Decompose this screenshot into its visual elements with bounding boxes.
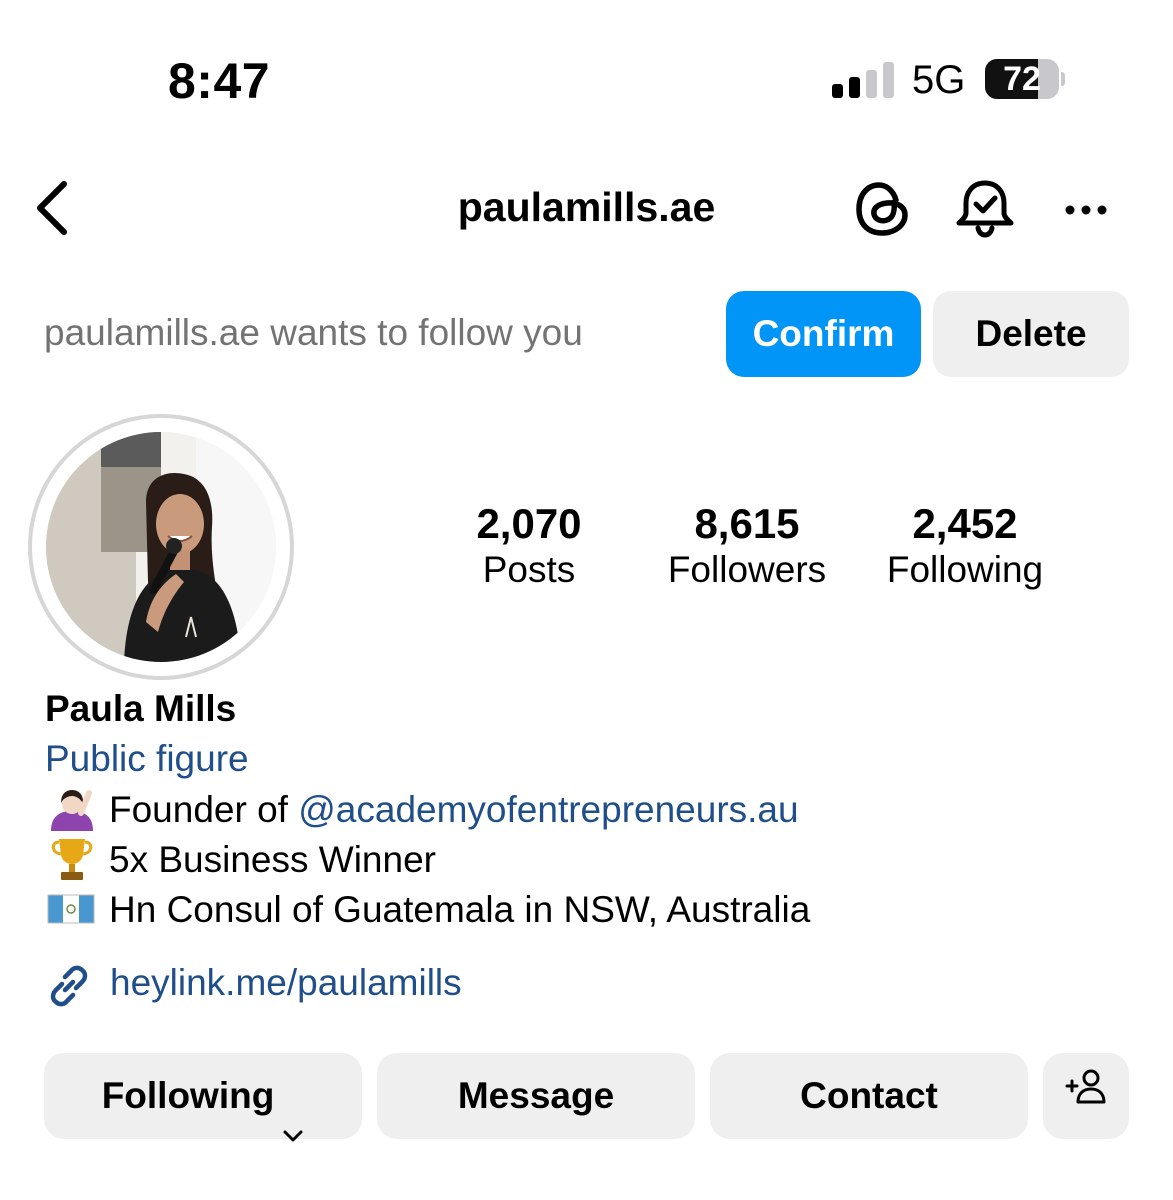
threads-icon[interactable]: [852, 178, 914, 240]
profile-name: Paula Mills: [45, 688, 237, 729]
posts-label: Posts: [482, 549, 576, 590]
add-person-icon: [1064, 1051, 1108, 1137]
message-button[interactable]: Message: [377, 1053, 695, 1139]
bio-mention-link[interactable]: @academyofentrepreneurs.au: [298, 789, 798, 830]
link-icon: [45, 962, 93, 1010]
bio-line-consul: Hn Consul of Guatemala in NSW, Australia: [45, 886, 810, 934]
network-type: 5G: [912, 58, 966, 102]
battery-percent: 72: [1003, 60, 1041, 98]
posts-stat[interactable]: 2,070 Posts: [419, 500, 639, 592]
raising-hand-icon: [45, 787, 99, 832]
trophy-icon: [45, 837, 99, 881]
bell-check-icon[interactable]: [952, 175, 1018, 241]
bio-founder-text: Founder of: [109, 789, 299, 830]
followers-label: Followers: [667, 549, 827, 590]
delete-button[interactable]: Delete: [933, 291, 1129, 377]
avatar[interactable]: [46, 432, 276, 662]
followers-stat[interactable]: 8,615 Followers: [637, 500, 857, 592]
signal-icon: [832, 60, 894, 98]
followers-count: 8,615: [694, 500, 800, 547]
profile-link[interactable]: heylink.me/paulamills: [110, 962, 462, 1004]
guatemala-flag-icon: [45, 887, 99, 931]
posts-count: 2,070: [476, 500, 582, 547]
follow-request-text: paulamills.ae wants to follow you: [44, 312, 583, 353]
following-count: 2,452: [912, 500, 1018, 547]
following-stat[interactable]: 2,452 Following: [855, 500, 1075, 592]
chevron-down-icon: [282, 1088, 304, 1142]
bio-line-founder: Founder of @academyofentrepreneurs.au: [45, 786, 799, 834]
bio-winner-text: 5x Business Winner: [109, 839, 436, 880]
contact-button[interactable]: Contact: [710, 1053, 1028, 1139]
following-label: Following: [886, 549, 1044, 590]
status-time: 8:47: [168, 53, 271, 109]
more-dots-icon[interactable]: [1060, 190, 1112, 230]
battery-icon: 72: [985, 59, 1065, 99]
confirm-button[interactable]: Confirm: [726, 291, 921, 377]
bio-consul-text: Hn Consul of Guatemala in NSW, Australia: [109, 889, 811, 930]
bio-line-winner: 5x Business Winner: [45, 836, 436, 884]
profile-category: Public figure: [45, 738, 249, 779]
add-person-button[interactable]: [1043, 1053, 1129, 1139]
following-button[interactable]: Following: [44, 1053, 362, 1142]
following-button-label: Following: [101, 1075, 275, 1116]
